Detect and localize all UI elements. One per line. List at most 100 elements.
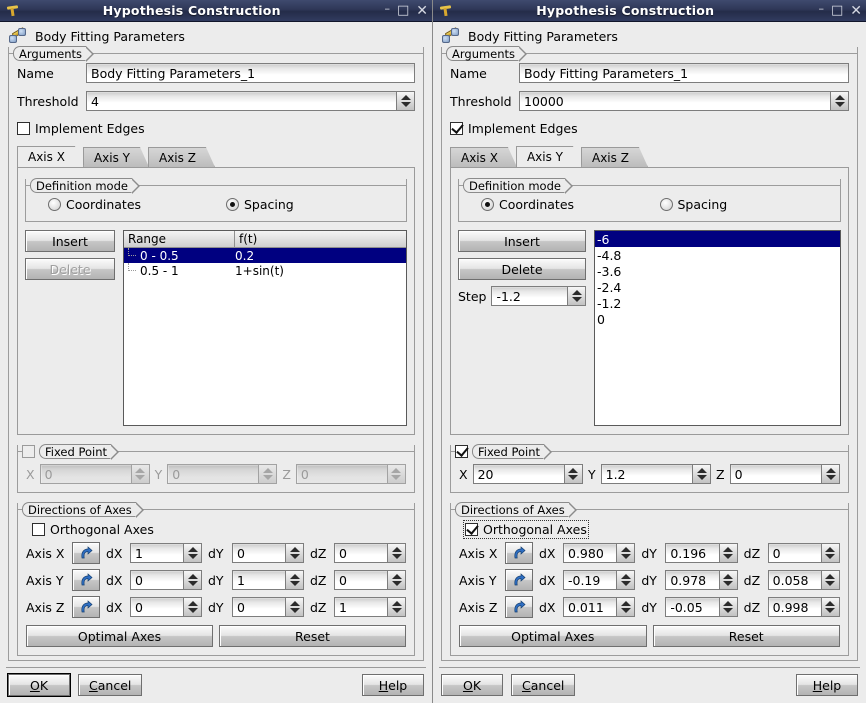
- threshold-input[interactable]: 4: [86, 91, 396, 111]
- delete-button[interactable]: Delete: [458, 258, 586, 280]
- threshold-input[interactable]: 10000: [519, 91, 830, 111]
- axis-z-dz-spin-buttons[interactable]: [820, 597, 840, 617]
- fixed-point-y-spin-buttons[interactable]: [692, 464, 712, 484]
- implement-edges-checkbox[interactable]: Implement Edges: [450, 121, 578, 136]
- insert-button[interactable]: Insert: [458, 230, 586, 252]
- axis-z-dy-spinner[interactable]: 0: [232, 597, 304, 617]
- fixed-point-z-spin-buttons[interactable]: [821, 464, 841, 484]
- axis-z-pick-button[interactable]: [72, 596, 100, 618]
- axis-y-dz-input[interactable]: 0: [334, 570, 387, 590]
- axis-y-pick-button[interactable]: [72, 569, 100, 591]
- step-spin-buttons[interactable]: [567, 286, 586, 306]
- fixed-point-checkbox[interactable]: [455, 445, 468, 458]
- fixed-point-checkbox[interactable]: [22, 445, 35, 458]
- table-row[interactable]: 0.5 - 1 1+sin(t): [124, 263, 406, 278]
- axis-x-dy-input[interactable]: 0.196: [665, 543, 719, 563]
- axis-z-dz-spin-buttons[interactable]: [387, 597, 406, 617]
- radio-coordinates[interactable]: Coordinates: [34, 197, 216, 212]
- fixed-point-x-spin-buttons[interactable]: [563, 464, 583, 484]
- axis-y-dy-spinner[interactable]: 0.978: [665, 570, 738, 590]
- axis-x-dz-input[interactable]: 0: [767, 543, 821, 563]
- name-input[interactable]: Body Fitting Parameters_1: [519, 63, 849, 83]
- axis-x-dz-spin-buttons[interactable]: [820, 543, 840, 563]
- tab-axis-x[interactable]: Axis X: [450, 147, 517, 167]
- ranges-table[interactable]: Range f(t) 0 - 0.5 0.2 0.5 - 1 1+sin(t): [123, 230, 407, 426]
- list-item[interactable]: -3.6: [595, 263, 840, 279]
- checkbox-icon[interactable]: [17, 122, 30, 135]
- reset-button[interactable]: Reset: [652, 625, 840, 647]
- axis-x-dy-spinner[interactable]: 0.196: [665, 543, 738, 563]
- axis-y-dx-spin-buttons[interactable]: [183, 570, 202, 590]
- close-icon[interactable]: ✕: [850, 4, 862, 18]
- tab-axis-z[interactable]: Axis Z: [581, 147, 648, 167]
- axis-y-pick-button[interactable]: [505, 569, 533, 591]
- checkbox-icon[interactable]: [450, 122, 463, 135]
- orthogonal-axes-checkbox[interactable]: Orthogonal Axes: [463, 520, 589, 539]
- list-item[interactable]: -1.2: [595, 295, 840, 311]
- axis-y-dx-spinner[interactable]: -0.19: [563, 570, 636, 590]
- close-icon[interactable]: ✕: [416, 4, 428, 18]
- axis-z-pick-button[interactable]: [505, 596, 533, 618]
- reset-button[interactable]: Reset: [219, 625, 406, 647]
- fixed-point-y-input[interactable]: 1.2: [600, 464, 693, 484]
- axis-x-dx-spinner[interactable]: 0.980: [563, 543, 636, 563]
- axis-x-dy-input[interactable]: 0: [232, 543, 285, 563]
- step-spinner[interactable]: -1.2: [491, 286, 586, 306]
- minimize-icon[interactable]: –: [384, 3, 390, 14]
- fixed-point-x-spinner[interactable]: 20: [472, 464, 583, 484]
- axis-x-pick-button[interactable]: [505, 542, 533, 564]
- minimize-icon[interactable]: –: [818, 3, 824, 14]
- maximize-icon[interactable]: □: [831, 4, 843, 17]
- axis-y-dz-spinner[interactable]: 0: [334, 570, 406, 590]
- axis-y-dy-spin-buttons[interactable]: [718, 570, 738, 590]
- axis-z-dz-spinner[interactable]: 0.998: [767, 597, 840, 617]
- list-item[interactable]: -2.4: [595, 279, 840, 295]
- axis-y-dx-spin-buttons[interactable]: [616, 570, 636, 590]
- optimal-axes-button[interactable]: Optimal Axes: [459, 625, 647, 647]
- axis-z-dy-input[interactable]: 0: [232, 597, 285, 617]
- axis-y-dx-input[interactable]: 0: [130, 570, 183, 590]
- radio-spacing[interactable]: Spacing: [216, 197, 398, 212]
- fixed-point-y-spinner[interactable]: 1.2: [600, 464, 712, 484]
- axis-x-dy-spin-buttons[interactable]: [718, 543, 738, 563]
- axis-z-dz-input[interactable]: 1: [334, 597, 387, 617]
- axis-y-dx-spinner[interactable]: 0: [130, 570, 202, 590]
- list-item[interactable]: -4.8: [595, 247, 840, 263]
- tab-axis-y[interactable]: Axis Y: [83, 147, 149, 167]
- axis-z-dx-spinner[interactable]: 0: [130, 597, 202, 617]
- list-item[interactable]: -6: [595, 231, 840, 247]
- maximize-icon[interactable]: □: [397, 4, 409, 17]
- implement-edges-checkbox[interactable]: Implement Edges: [17, 121, 145, 136]
- axis-z-dx-spin-buttons[interactable]: [616, 597, 636, 617]
- axis-y-dy-input[interactable]: 1: [232, 570, 285, 590]
- axis-x-dx-spin-buttons[interactable]: [183, 543, 202, 563]
- axis-z-dy-spinner[interactable]: -0.05: [665, 597, 738, 617]
- fixed-point-z-spinner[interactable]: 0: [729, 464, 841, 484]
- checkbox-icon[interactable]: [32, 523, 45, 536]
- table-row[interactable]: 0 - 0.5 0.2: [124, 248, 406, 263]
- threshold-spinner[interactable]: 10000: [519, 91, 849, 111]
- coordinates-list[interactable]: -6 -4.8 -3.6 -2.4 -1.2 0: [594, 230, 841, 426]
- axis-y-dz-spinner[interactable]: 0.058: [767, 570, 840, 590]
- radio-icon-coordinates[interactable]: [481, 198, 494, 211]
- fixed-point-group-label[interactable]: Fixed Point: [455, 444, 553, 460]
- tab-axis-z[interactable]: Axis Z: [148, 147, 215, 167]
- radio-icon-coordinates[interactable]: [48, 198, 61, 211]
- axis-y-dz-spin-buttons[interactable]: [387, 570, 406, 590]
- cancel-button[interactable]: Cancel: [511, 674, 576, 696]
- axis-x-pick-button[interactable]: [72, 542, 100, 564]
- list-item[interactable]: 0: [595, 311, 840, 327]
- axis-z-dx-spin-buttons[interactable]: [183, 597, 202, 617]
- axis-z-dz-input[interactable]: 0.998: [767, 597, 821, 617]
- optimal-axes-button[interactable]: Optimal Axes: [26, 625, 213, 647]
- tab-axis-y[interactable]: Axis Y: [516, 146, 582, 167]
- axis-y-dy-spin-buttons[interactable]: [285, 570, 304, 590]
- axis-x-dx-input[interactable]: 1: [130, 543, 183, 563]
- axis-x-dx-spinner[interactable]: 1: [130, 543, 202, 563]
- radio-coordinates[interactable]: Coordinates: [467, 197, 650, 212]
- axis-y-dy-input[interactable]: 0.978: [665, 570, 719, 590]
- radio-spacing[interactable]: Spacing: [650, 197, 833, 212]
- radio-icon-spacing[interactable]: [659, 198, 673, 211]
- axis-y-dz-spin-buttons[interactable]: [820, 570, 840, 590]
- axis-x-dy-spin-buttons[interactable]: [285, 543, 304, 563]
